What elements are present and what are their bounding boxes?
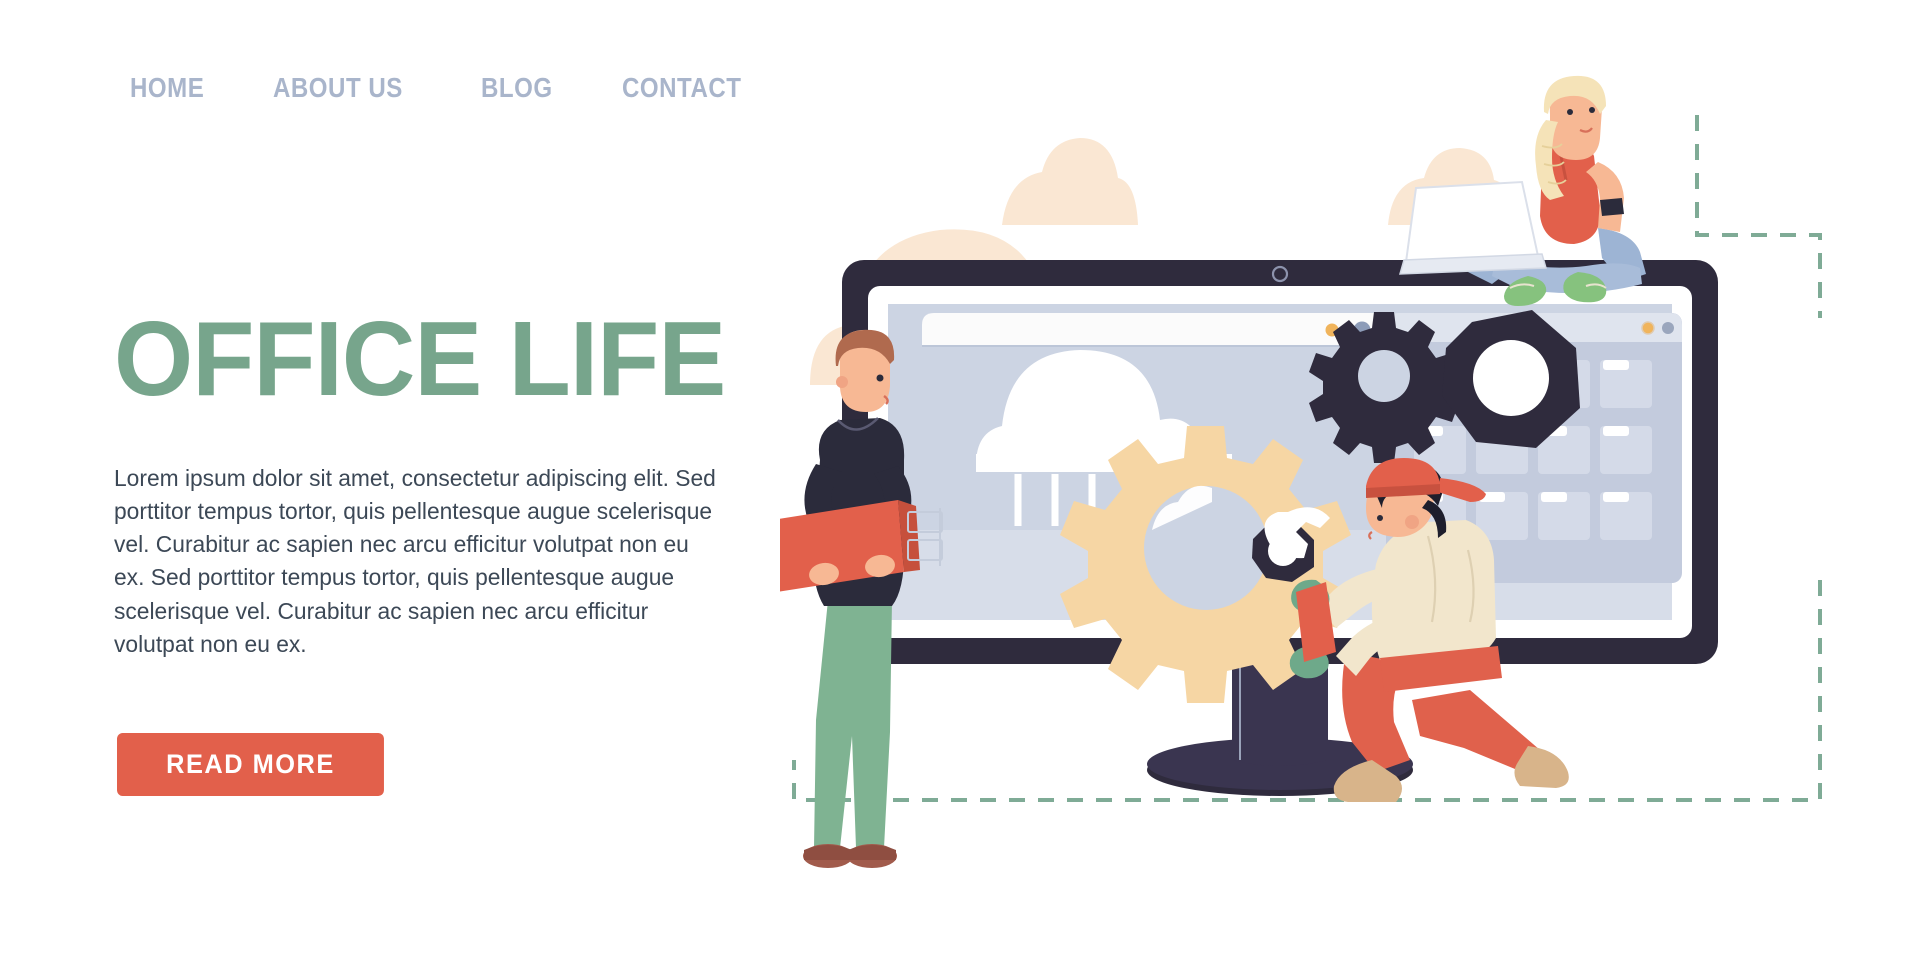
office-life-illustration — [780, 60, 1920, 900]
read-more-button[interactable]: READ MORE — [117, 733, 384, 796]
page-title: OFFICE LIFE — [114, 300, 726, 418]
nav-item-home[interactable]: HOME — [130, 72, 204, 104]
nav-item-about-us[interactable]: ABOUT US — [273, 72, 403, 104]
hero-paragraph: Lorem ipsum dolor sit amet, consectetur … — [114, 465, 716, 657]
panel-dot-grey-icon — [1662, 322, 1674, 334]
character-woman-laptop — [1398, 75, 1646, 306]
nav-item-contact[interactable]: CONTACT — [622, 72, 742, 104]
nav-item-blog[interactable]: BLOG — [481, 72, 553, 104]
panel-dot-orange-icon — [1641, 321, 1655, 335]
main-navigation: HOME ABOUT US BLOG CONTACT — [130, 72, 761, 104]
